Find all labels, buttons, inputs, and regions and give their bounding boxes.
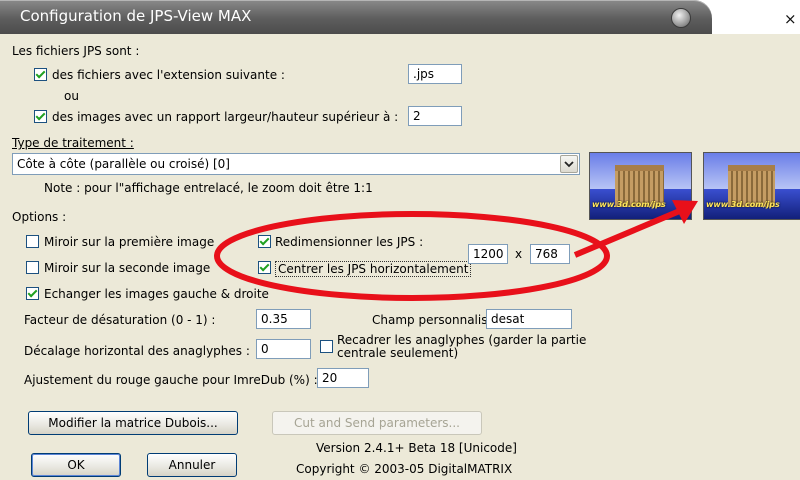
custom-label: Champ personnalisé :: [372, 313, 503, 327]
cancel-button[interactable]: Annuler: [147, 453, 237, 477]
red-adjust-label: Ajustement du rouge gauche pour ImreDub …: [24, 373, 318, 387]
red-adjust-field[interactable]: 20: [317, 368, 369, 388]
version-text: Version 2.4.1+ Beta 18 [Unicode]: [316, 441, 517, 455]
cut-send-button[interactable]: Cut and Send parameters...: [272, 411, 482, 435]
annotation-overlay: [214, 200, 698, 301]
anaglyph-offset-field[interactable]: 0: [256, 339, 311, 359]
annotation-ellipse: [214, 211, 610, 301]
copyright-text: Copyright © 2003-05 DigitalMATRIX: [296, 462, 513, 476]
custom-field[interactable]: desat: [486, 309, 572, 329]
desat-label: Facteur de désaturation (0 - 1) :: [24, 313, 216, 327]
dubois-matrix-button[interactable]: Modifier la matrice Dubois...: [28, 411, 238, 435]
desat-field[interactable]: 0.35: [256, 309, 311, 329]
recrop-label: Recadrer les anaglyphes (garder la parti…: [337, 333, 587, 360]
anaglyph-offset-label: Décalage horizontal des anaglyphes :: [24, 344, 250, 358]
ok-button[interactable]: OK: [31, 453, 121, 477]
recrop-checkbox[interactable]: [320, 340, 333, 353]
annotation-arrow-line: [573, 207, 684, 258]
